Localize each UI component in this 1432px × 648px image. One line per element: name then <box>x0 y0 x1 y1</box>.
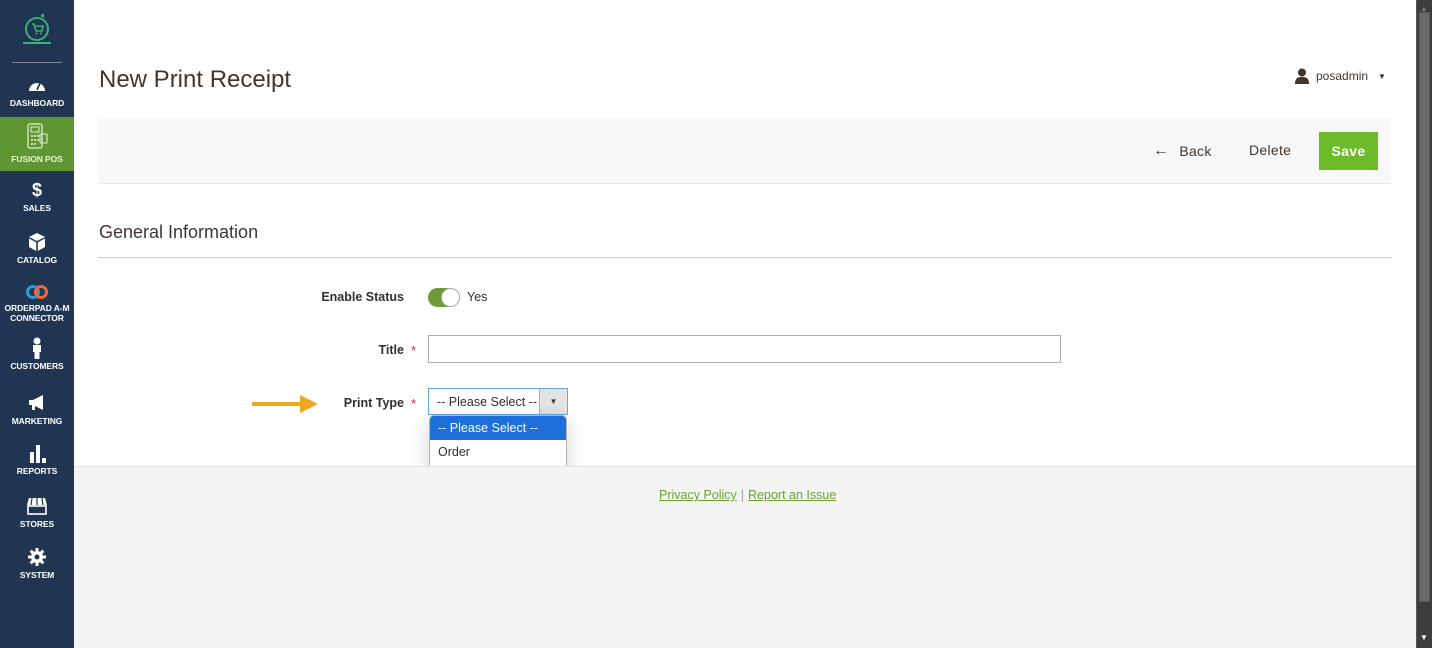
footer-links: Privacy Policy | Report an Issue <box>659 488 836 502</box>
sidebar-item-label: STORES <box>19 519 55 529</box>
sidebar-item-reports[interactable]: REPORTS <box>0 443 74 483</box>
admin-sidebar: DASHBOARD FUSION POS $ SALES CATALOG ORD… <box>0 0 74 648</box>
sidebar-item-fusion-pos[interactable]: FUSION POS <box>0 117 74 171</box>
privacy-policy-link[interactable]: Privacy Policy <box>659 488 737 502</box>
box-icon <box>29 233 45 251</box>
back-label: Back <box>1179 143 1212 159</box>
enable-status-toggle[interactable] <box>428 288 460 307</box>
section-title: General Information <box>99 222 259 242</box>
fusion-logo[interactable] <box>0 0 74 64</box>
chevron-down-icon: ▼ <box>1378 71 1386 81</box>
sidebar-item-customers[interactable]: CUSTOMERS <box>0 337 74 377</box>
sidebar-item-system[interactable]: SYSTEM <box>0 547 74 587</box>
enable-status-label: Enable Status <box>321 290 404 304</box>
sidebar-item-label: SYSTEM <box>19 570 55 580</box>
sidebar-item-label: CUSTOMERS <box>10 361 64 371</box>
user-icon <box>1295 68 1309 84</box>
cart-logo-icon <box>23 13 51 44</box>
main-content: New Print Receipt posadmin ▼ ← Back Dele… <box>74 0 1416 648</box>
report-issue-link[interactable]: Report an Issue <box>748 488 836 502</box>
storefront-icon <box>27 497 47 515</box>
section-divider <box>98 257 1392 258</box>
bar-chart-icon <box>30 445 46 463</box>
back-button[interactable]: ← Back <box>1153 142 1212 160</box>
save-button[interactable]: Save <box>1319 132 1378 170</box>
sidebar-item-label: SALES <box>23 203 51 213</box>
required-asterisk: * <box>411 343 417 358</box>
dollar-icon: $ <box>32 180 42 200</box>
dropdown-option-please-select[interactable]: -- Please Select -- <box>430 416 566 440</box>
chevron-down-icon[interactable]: ▼ <box>539 389 567 414</box>
sidebar-item-label-line2: CONNECTOR <box>10 313 64 323</box>
sidebar-item-label: MARKETING <box>11 416 63 426</box>
pos-terminal-icon <box>27 123 48 149</box>
sidebar-item-marketing[interactable]: MARKETING <box>0 393 74 433</box>
page-actions-bar: ← Back Delete Save <box>98 118 1391 184</box>
print-type-selected-value: -- Please Select -- <box>437 395 538 409</box>
sidebar-item-sales[interactable]: $ SALES <box>0 180 74 220</box>
person-icon <box>33 337 41 359</box>
sidebar-item-label: CATALOG <box>16 255 58 265</box>
user-menu[interactable]: posadmin ▼ <box>1294 68 1386 84</box>
sidebar-item-label-line1: ORDERPAD A-M <box>4 303 70 313</box>
sidebar-item-orderpad-connector[interactable]: ORDERPAD A-M CONNECTOR <box>0 284 74 330</box>
page-title: New Print Receipt <box>99 66 292 93</box>
username: posadmin <box>1316 69 1369 83</box>
print-type-select[interactable]: -- Please Select -- ▼ <box>428 388 568 415</box>
toggle-knob <box>441 288 460 307</box>
gear-icon <box>28 548 46 566</box>
sidebar-item-label: DASHBOARD <box>9 98 65 108</box>
enable-status-value: Yes <box>467 290 488 304</box>
megaphone-icon <box>29 395 43 410</box>
arrow-left-icon: ← <box>1153 142 1170 159</box>
page-footer: Privacy Policy | Report an Issue <box>74 466 1416 648</box>
dashboard-gauge-icon <box>29 82 45 91</box>
sidebar-item-dashboard[interactable]: DASHBOARD <box>0 75 74 115</box>
vertical-scrollbar[interactable]: ▲ ▼ <box>1416 0 1432 648</box>
sidebar-item-label: FUSION POS <box>11 154 63 164</box>
print-type-label: Print Type <box>343 396 404 410</box>
delete-button[interactable]: Delete <box>1249 142 1291 158</box>
sidebar-item-label: REPORTS <box>16 466 58 476</box>
link-rings-icon <box>26 285 48 299</box>
sidebar-divider <box>12 62 62 63</box>
scroll-down-icon[interactable]: ▼ <box>1420 633 1428 642</box>
scrollbar-thumb[interactable] <box>1419 12 1430 602</box>
title-label: Title <box>378 343 404 357</box>
title-input[interactable] <box>428 335 1061 363</box>
footer-separator: | <box>740 488 745 502</box>
sidebar-item-stores[interactable]: STORES <box>0 496 74 536</box>
required-asterisk: * <box>411 396 417 411</box>
sidebar-item-catalog[interactable]: CATALOG <box>0 232 74 272</box>
dropdown-option-order[interactable]: Order <box>430 440 566 464</box>
